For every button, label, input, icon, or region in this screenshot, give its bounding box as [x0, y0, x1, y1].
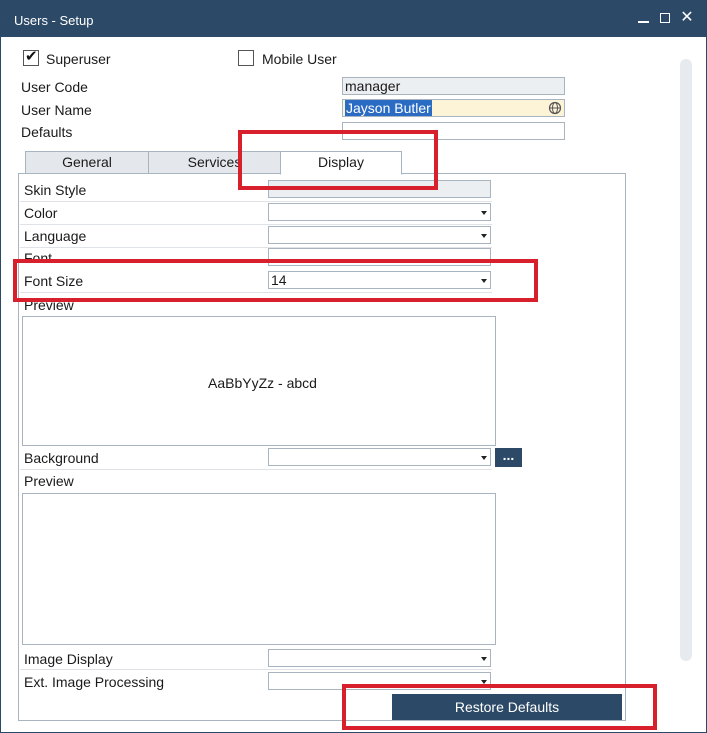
color-dropdown[interactable]	[268, 203, 491, 221]
annotation-display-tab	[238, 130, 438, 190]
user-code-field[interactable]: manager	[342, 77, 565, 95]
preview-sample-text: AaBbYyZz - abcd	[208, 375, 317, 391]
superuser-checkbox[interactable]: ✔	[23, 48, 39, 66]
chevron-down-icon	[481, 211, 487, 215]
user-code-label: User Code	[21, 79, 88, 95]
font-preview-box: AaBbYyZz - abcd	[22, 316, 496, 446]
annotation-font-size	[13, 259, 538, 302]
skin-style-label: Skin Style	[24, 182, 87, 198]
chevron-down-icon	[481, 456, 487, 460]
user-name-value: Jayson Butler	[345, 100, 432, 116]
user-name-field[interactable]: Jayson Butler	[342, 99, 565, 117]
chevron-down-icon	[481, 234, 487, 238]
tab-general-label: General	[62, 154, 112, 170]
image-display-dropdown[interactable]	[268, 649, 491, 667]
mobile-user-label: Mobile User	[262, 51, 337, 67]
users-setup-window: Users - Setup ✕ ✔ Superuser Mobile User …	[0, 0, 707, 733]
maximize-button[interactable]	[656, 9, 674, 27]
row-divider	[20, 201, 492, 202]
row-divider	[20, 469, 492, 470]
background-dropdown[interactable]	[268, 448, 491, 466]
window-title: Users - Setup	[14, 13, 94, 28]
tab-services-label: Services	[187, 154, 242, 170]
title-bar: Users - Setup ✕	[1, 1, 706, 37]
defaults-label: Defaults	[21, 124, 73, 140]
language-label: Language	[24, 228, 87, 244]
background-label: Background	[24, 450, 99, 466]
color-label: Color	[24, 205, 58, 221]
close-button[interactable]: ✕	[678, 9, 696, 27]
preview2-label: Preview	[24, 473, 74, 489]
globe-icon[interactable]	[548, 101, 562, 115]
row-divider	[20, 669, 492, 670]
tab-general[interactable]: General	[25, 151, 149, 174]
row-divider	[20, 224, 492, 225]
image-display-label: Image Display	[24, 651, 113, 667]
superuser-label: Superuser	[46, 51, 111, 67]
checkmark-icon: ✔	[25, 48, 38, 65]
close-icon: ✕	[680, 9, 694, 26]
user-code-value: manager	[345, 78, 401, 94]
minimize-icon	[638, 21, 649, 23]
ext-image-processing-label: Ext. Image Processing	[24, 674, 165, 690]
browse-background-button[interactable]: ...	[495, 448, 522, 467]
minimize-button[interactable]	[635, 9, 653, 27]
background-preview-box	[22, 493, 496, 645]
vertical-scrollbar[interactable]	[680, 59, 692, 661]
chevron-down-icon	[481, 657, 487, 661]
mobile-user-checkbox[interactable]	[238, 50, 254, 66]
user-name-label: User Name	[21, 102, 92, 118]
language-dropdown[interactable]	[268, 226, 491, 244]
annotation-restore-defaults	[342, 684, 657, 730]
maximize-icon	[660, 13, 670, 23]
